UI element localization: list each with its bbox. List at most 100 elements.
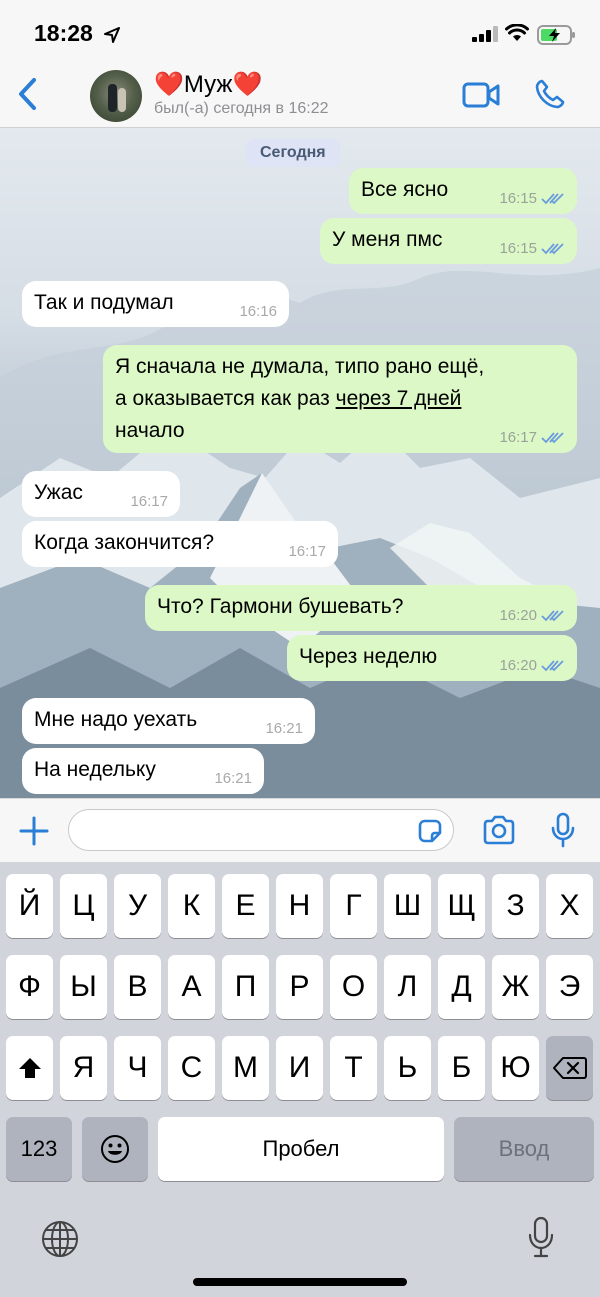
message-time: 16:15: [499, 240, 565, 258]
key[interactable]: И: [276, 1036, 323, 1100]
message-time: 16:17: [499, 429, 565, 447]
key[interactable]: Щ: [438, 874, 485, 938]
contact-last-seen: был(-а) сегодня в 16:22: [154, 100, 329, 117]
double-check-icon: [541, 610, 564, 622]
key[interactable]: Х: [546, 874, 593, 938]
key[interactable]: Ф: [6, 955, 53, 1019]
message-time: 16:21: [214, 770, 252, 787]
key[interactable]: Я: [60, 1036, 107, 1100]
double-check-icon: [541, 432, 564, 444]
key[interactable]: Ь: [384, 1036, 431, 1100]
sticker-icon[interactable]: [416, 817, 444, 845]
key[interactable]: Б: [438, 1036, 485, 1100]
plus-icon[interactable]: [18, 815, 50, 847]
chat-header: ❤️Муж❤️ был(-а) сегодня в 16:22: [0, 62, 600, 128]
return-key[interactable]: Ввод: [454, 1117, 594, 1181]
home-indicator[interactable]: [193, 1278, 407, 1286]
key[interactable]: П: [222, 955, 269, 1019]
key[interactable]: Т: [330, 1036, 377, 1100]
key[interactable]: З: [492, 874, 539, 938]
key[interactable]: Н: [276, 874, 323, 938]
incoming-message[interactable]: Ужас 16:17: [22, 471, 180, 517]
key[interactable]: Д: [438, 955, 485, 1019]
double-check-icon: [541, 660, 564, 672]
outgoing-message[interactable]: У меня пмс 16:15: [320, 218, 577, 264]
emoji-key[interactable]: [82, 1117, 148, 1181]
key[interactable]: М: [222, 1036, 269, 1100]
message-text: У меня пмс: [332, 228, 443, 251]
message-time: 16:17: [288, 543, 326, 560]
key[interactable]: Й: [6, 874, 53, 938]
message-text: Через неделю: [299, 645, 438, 668]
message-text: Все ясно: [361, 178, 449, 201]
outgoing-message[interactable]: Через неделю 16:20: [287, 635, 577, 681]
key[interactable]: А: [168, 955, 215, 1019]
message-input-bar: [0, 798, 600, 862]
key[interactable]: Л: [384, 955, 431, 1019]
backspace-key[interactable]: [546, 1036, 593, 1100]
emoji-icon: [101, 1135, 129, 1163]
contact-name-text: Муж: [183, 71, 233, 98]
status-time: 18:28: [34, 20, 93, 46]
battery-charging-icon: [537, 25, 575, 45]
globe-icon[interactable]: [40, 1219, 80, 1259]
incoming-message[interactable]: На недельку 16:21: [22, 748, 264, 794]
location-arrow-icon: [104, 27, 120, 43]
double-check-icon: [541, 243, 564, 255]
incoming-message[interactable]: Так и подумал 16:16: [22, 281, 289, 327]
keyboard: Й Ц У К Е Н Г Ш Щ З Х Ф Ы В А П Р О Л Д …: [0, 862, 600, 1297]
backspace-icon: [552, 1057, 587, 1079]
message-text: Что? Гармони бушевать?: [157, 595, 404, 618]
dictation-mic-icon[interactable]: [527, 1216, 555, 1258]
cellular-signal-icon: [472, 26, 498, 42]
heart-icon: ❤️: [232, 71, 263, 98]
incoming-message[interactable]: Мне надо уехать 16:21: [22, 698, 315, 744]
key[interactable]: Ж: [492, 955, 539, 1019]
key[interactable]: К: [168, 874, 215, 938]
date-chip: Сегодня: [246, 139, 340, 167]
key[interactable]: Ю: [492, 1036, 539, 1100]
key[interactable]: В: [114, 955, 161, 1019]
wifi-icon: [505, 24, 529, 41]
key[interactable]: Г: [330, 874, 377, 938]
key[interactable]: О: [330, 955, 377, 1019]
message-text: Ужас: [34, 481, 83, 504]
heart-icon: ❤️: [154, 71, 184, 98]
outgoing-message[interactable]: Что? Гармони бушевать? 16:20: [145, 585, 577, 631]
shift-icon: [18, 1058, 41, 1078]
outgoing-message[interactable]: Я сначала не думала, типо рано ещё, а ок…: [103, 345, 577, 453]
message-time: 16:16: [239, 303, 277, 320]
numbers-key[interactable]: 123: [6, 1117, 72, 1181]
message-time: 16:20: [499, 657, 565, 675]
chat-area[interactable]: Сегодня Все ясно 16:15 У меня пмс 16:15 …: [0, 128, 600, 798]
message-text: Мне надо уехать: [34, 708, 198, 731]
key[interactable]: Э: [546, 955, 593, 1019]
message-text: На недельку: [34, 758, 156, 781]
key[interactable]: Е: [222, 874, 269, 938]
phone-call-icon[interactable]: [534, 78, 566, 110]
key[interactable]: Ч: [114, 1036, 161, 1100]
message-time: 16:15: [499, 190, 565, 208]
incoming-message[interactable]: Когда закончится? 16:17: [22, 521, 338, 567]
key[interactable]: Ы: [60, 955, 107, 1019]
camera-icon[interactable]: [482, 815, 516, 845]
message-time: 16:20: [499, 607, 565, 625]
key[interactable]: С: [168, 1036, 215, 1100]
contact-name[interactable]: ❤️Муж❤️: [154, 70, 262, 99]
message-time: 16:17: [130, 493, 168, 510]
message-time: 16:21: [265, 720, 303, 737]
key[interactable]: Р: [276, 955, 323, 1019]
space-key[interactable]: Пробел: [158, 1117, 444, 1181]
microphone-icon[interactable]: [550, 812, 576, 848]
message-text: Так и подумал: [34, 291, 174, 314]
outgoing-message[interactable]: Все ясно 16:15: [349, 168, 577, 214]
back-chevron-icon[interactable]: [14, 76, 44, 112]
video-call-icon[interactable]: [462, 82, 500, 108]
message-input[interactable]: [68, 809, 454, 851]
key[interactable]: У: [114, 874, 161, 938]
key[interactable]: Ц: [60, 874, 107, 938]
contact-avatar[interactable]: [90, 70, 142, 122]
key[interactable]: Ш: [384, 874, 431, 938]
shift-key[interactable]: [6, 1036, 53, 1100]
message-text: Я сначала не думала, типо рано ещё, а ок…: [115, 355, 485, 442]
